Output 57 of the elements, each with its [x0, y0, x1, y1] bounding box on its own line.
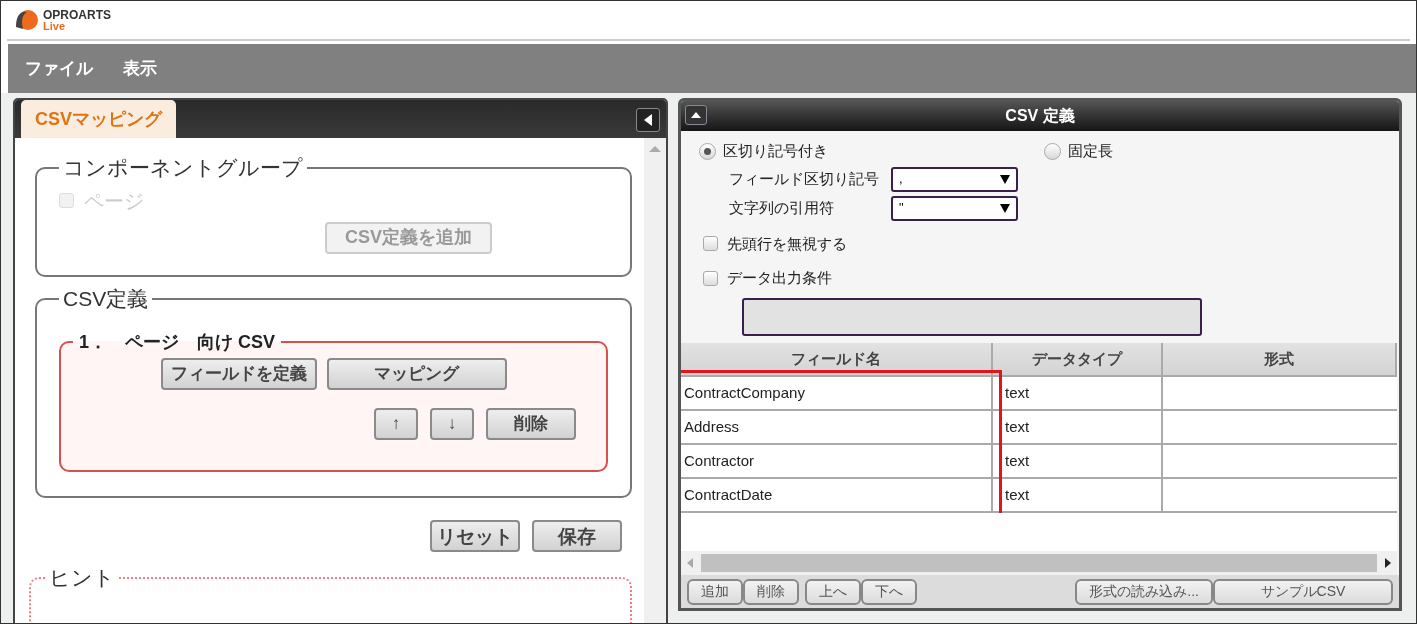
column-header[interactable]: データタイプ [993, 343, 1163, 375]
table-cell: text [993, 377, 1163, 409]
collapse-button[interactable] [685, 105, 707, 125]
form-button[interactable]: リセット [430, 520, 520, 552]
select-value: , [899, 170, 903, 189]
column-header[interactable]: 形式 [1163, 343, 1397, 375]
logo-icon [13, 7, 39, 33]
table-cell: text [993, 479, 1163, 511]
entry-action-button[interactable]: ↑ [374, 407, 418, 440]
select-field[interactable]: , [891, 166, 1018, 192]
logo-subtitle: Live [43, 20, 66, 32]
entry-button[interactable]: フィールドを定義 [160, 357, 317, 390]
menu-item[interactable]: ファイル [25, 55, 93, 82]
checkbox-label: 先頭行を無視する [727, 233, 847, 254]
group-legend: CSV定義 [59, 283, 153, 315]
table-cell: ContractDate [681, 479, 993, 511]
panel-title: CSV 定義 [1005, 106, 1075, 126]
checkbox[interactable] [703, 270, 718, 286]
entry-action-button[interactable]: ↓ [430, 407, 474, 440]
radio-label: 固定長 [1068, 141, 1113, 161]
entry-button[interactable]: マッピング [326, 357, 507, 390]
scroll-up-icon[interactable] [649, 146, 661, 152]
scrollbar[interactable] [644, 138, 666, 623]
checkbox-label: データ出力条件 [727, 268, 832, 288]
dropdown-icon [1000, 174, 1010, 184]
group-legend: コンポーネントグループ [59, 152, 307, 184]
select-field[interactable]: " [891, 195, 1018, 221]
toolbar-button[interactable]: 削除 [743, 578, 799, 605]
form-button[interactable]: 保存 [532, 520, 622, 552]
table-cell: Contractor [681, 445, 993, 477]
logo-brand: OPROARTS [43, 8, 111, 21]
toolbar-button[interactable]: 追加 [687, 578, 743, 605]
table-cell: Address [681, 411, 993, 443]
checkbox[interactable] [703, 236, 718, 252]
entry-title: 1． ページ 向け CSV [78, 330, 277, 354]
toolbar-button[interactable]: 上へ [805, 578, 861, 605]
collapse-button[interactable] [636, 108, 660, 132]
toolbar-button[interactable]: 形式の読み込み... [1075, 578, 1213, 605]
condition-textarea[interactable] [742, 297, 1202, 336]
table-cell: text [993, 411, 1163, 443]
group-legend: ヒント [45, 562, 119, 594]
radio-button[interactable] [699, 142, 716, 160]
table-cell: ContractCompany [681, 377, 993, 409]
toolbar-button[interactable]: サンプルCSV [1213, 578, 1393, 605]
table-cell: text [993, 445, 1163, 477]
entry-action-button[interactable]: 削除 [486, 407, 576, 440]
select-label: 文字列の引用符 [729, 197, 835, 218]
horizontal-scrollbar[interactable] [681, 551, 1397, 575]
column-header[interactable]: フィールド名 [681, 343, 993, 375]
select-value: " [899, 199, 904, 218]
radio-label: 区切り記号付き [723, 141, 828, 161]
scrollbar-thumb[interactable] [701, 554, 1377, 572]
menu-item[interactable]: 表示 [123, 55, 157, 82]
dropdown-icon [1000, 203, 1010, 213]
select-label: フィールド区切り記号 [729, 168, 880, 189]
toolbar-button[interactable]: 下へ [861, 578, 917, 605]
radio-button[interactable] [1044, 142, 1061, 160]
